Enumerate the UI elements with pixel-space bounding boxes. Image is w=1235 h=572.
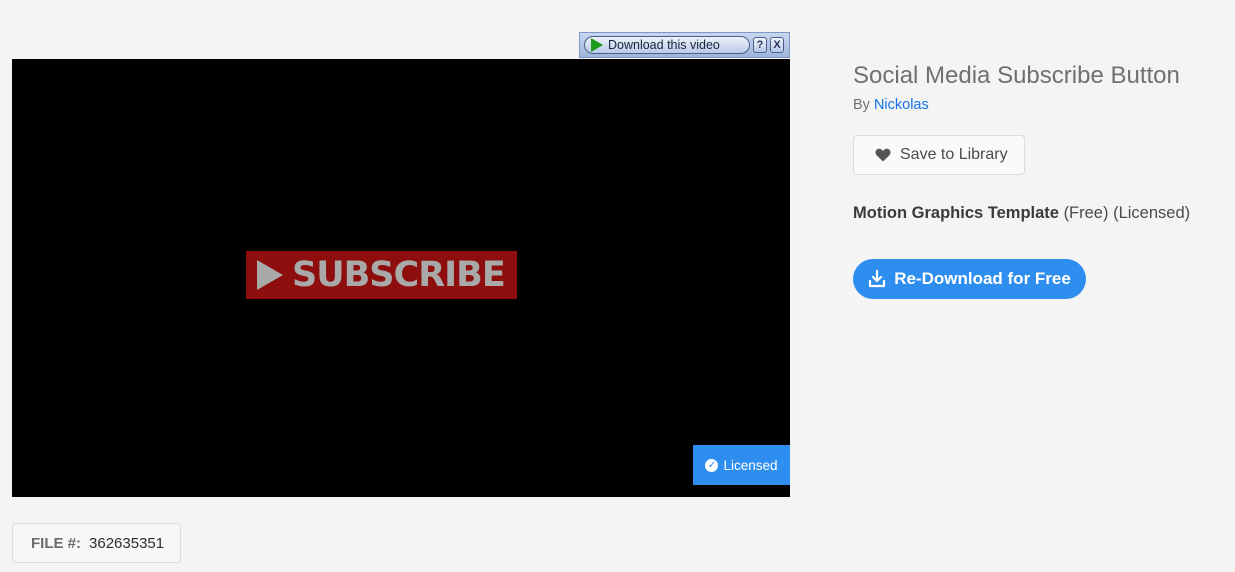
licensed-badge: ✓ Licensed [693,445,790,485]
file-number-value: 362635351 [89,534,165,552]
subscribe-text: SUBSCRIBE [292,255,506,295]
asset-title: Social Media Subscribe Button [853,62,1180,89]
subscribe-graphic: SUBSCRIBE [246,251,517,299]
price-status: (Free) [1063,204,1109,222]
video-download-toolbar: Download this video ? X [579,32,790,58]
download-video-label: Download this video [608,38,720,52]
heart-icon [875,148,891,162]
play-icon [591,38,603,52]
file-number-label: FILE #: [31,534,82,552]
redownload-button[interactable]: Re-Download for Free [853,259,1086,299]
license-info: Motion Graphics Template (Free) (License… [853,204,1190,223]
download-icon [868,270,886,288]
close-button[interactable]: X [770,37,784,53]
save-to-library-button[interactable]: Save to Library [853,135,1025,175]
video-preview-player[interactable]: SUBSCRIBE ✓ Licensed [12,59,790,497]
by-prefix: By [853,97,870,113]
check-circle-icon: ✓ [705,458,719,472]
download-video-button[interactable]: Download this video [584,36,750,54]
author-line: By Nickolas [853,97,929,113]
license-status: (Licensed) [1113,204,1191,222]
play-triangle-icon [257,260,283,290]
licensed-badge-label: Licensed [723,457,778,473]
redownload-label: Re-Download for Free [894,269,1071,288]
file-number-box: FILE #: 362635351 [12,523,181,563]
help-button[interactable]: ? [753,37,767,53]
author-link[interactable]: Nickolas [874,97,929,113]
stock-asset-page: Download this video ? X SUBSCRIBE ✓ Lice… [0,0,1235,572]
save-to-library-label: Save to Library [900,146,1008,163]
asset-type: Motion Graphics Template [853,204,1059,222]
